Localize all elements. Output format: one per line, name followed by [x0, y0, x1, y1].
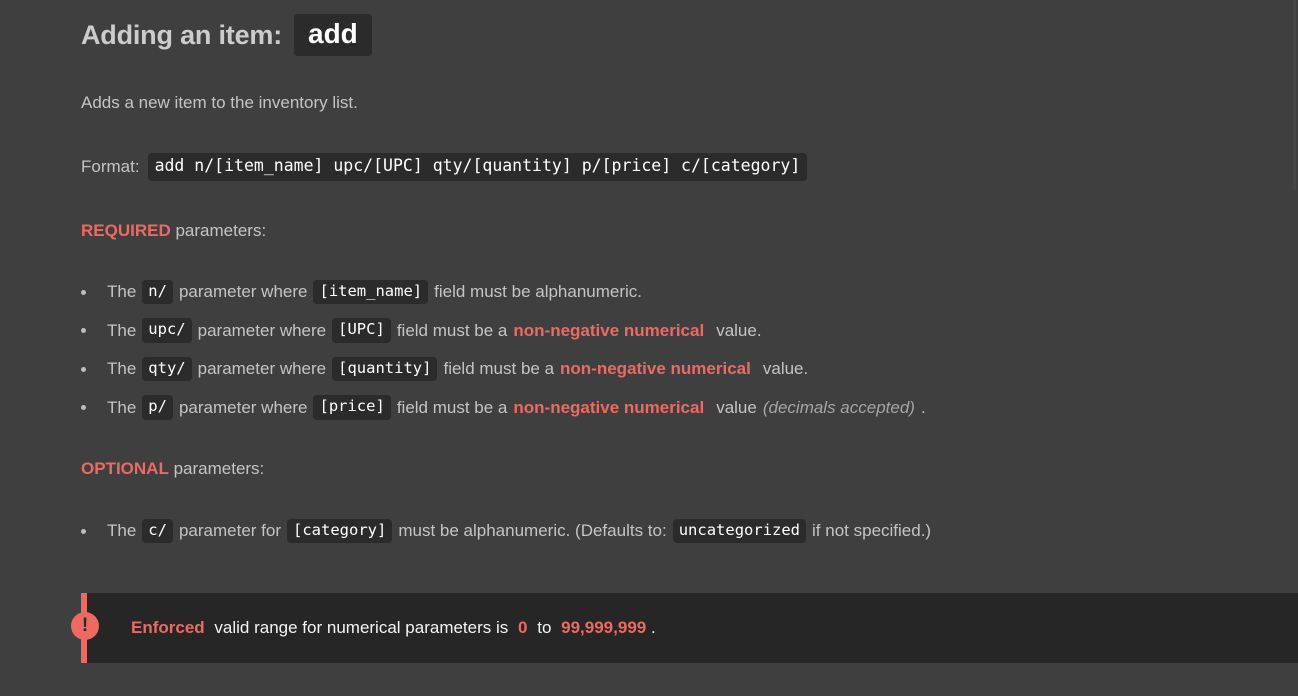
field-chip: [UPC]	[332, 318, 391, 343]
required-heading-suffix: parameters:	[175, 221, 267, 240]
item-note-period: .	[920, 397, 926, 417]
item-tail: must be alphanumeric. (Defaults to:	[398, 521, 667, 540]
item-tail: field must be a	[396, 320, 508, 340]
field-chip: [quantity]	[332, 356, 438, 382]
item-mid: parameter where	[197, 359, 327, 378]
list-item: The c/ parameter for [category] must be …	[81, 518, 937, 544]
param-chip: p/	[142, 395, 173, 420]
optional-parameter-list: The c/ parameter for [category] must be …	[81, 518, 937, 544]
warning-text-before: valid range for numerical parameters is	[214, 618, 509, 637]
param-chip: qty/	[142, 356, 192, 382]
default-value-chip: uncategorized	[672, 518, 807, 544]
item-tail: field must be alphanumeric.	[434, 282, 643, 301]
page-title: Adding an item: add	[81, 14, 372, 56]
item-tail: field must be a	[396, 397, 508, 417]
item-mid: parameter where	[178, 282, 308, 301]
item-mid: parameter where	[197, 320, 327, 340]
item-tail2: value.	[716, 320, 762, 340]
documentation-page: Adding an item: add Adds a new item to t…	[0, 0, 1298, 696]
optional-heading-suffix: parameters:	[173, 459, 265, 478]
param-chip: n/	[142, 279, 173, 305]
field-chip: [price]	[313, 395, 391, 420]
item-lead: The	[107, 397, 137, 417]
warning-callout-text: Enforced valid range for numerical param…	[131, 618, 656, 638]
warning-max-value: 99,999,999	[561, 618, 647, 637]
warning-min-value: 0	[518, 618, 528, 637]
bullet-dot-icon	[81, 366, 86, 372]
optional-keyword: OPTIONAL	[81, 459, 169, 478]
bullet-dot-icon	[81, 328, 86, 333]
item-lead: The	[107, 320, 137, 340]
warning-conjunction: to	[537, 618, 552, 637]
item-emphasis: non-negative numerical	[513, 397, 705, 417]
field-chip: [category]	[287, 518, 393, 544]
bullet-dot-icon	[81, 405, 86, 410]
required-section-heading: REQUIRED parameters:	[81, 221, 266, 241]
required-parameter-list: The n/ parameter where [item_name] field…	[81, 279, 932, 421]
list-item: The upc/ parameter where [UPC] field mus…	[81, 318, 932, 344]
format-row: Format: add n/[item_name] upc/[UPC] qty/…	[81, 153, 808, 181]
param-chip: c/	[142, 518, 173, 544]
warning-callout: Enforced valid range for numerical param…	[81, 593, 1298, 663]
param-chip: upc/	[142, 318, 192, 343]
item-tail2: value	[716, 397, 757, 417]
item-lead: The	[107, 359, 137, 378]
intro-paragraph: Adds a new item to the inventory list.	[81, 93, 358, 112]
bullet-dot-icon	[81, 289, 86, 295]
item-lead: The	[107, 521, 137, 540]
bullet-dot-icon	[81, 528, 86, 534]
item-emphasis: non-negative numerical	[513, 320, 705, 340]
list-item: The p/ parameter where [price] field mus…	[81, 395, 932, 421]
warning-keyword: Enforced	[131, 618, 205, 637]
exclamation-icon: !	[71, 612, 99, 640]
format-label: Format:	[81, 156, 140, 176]
required-keyword: REQUIRED	[81, 221, 171, 240]
item-tail: field must be a	[443, 359, 555, 378]
warning-period: .	[650, 618, 656, 637]
item-mid: parameter for	[178, 521, 282, 540]
item-tail2: value.	[762, 359, 809, 378]
format-code: add n/[item_name] upc/[UPC] qty/[quantit…	[147, 153, 808, 181]
page-title-text: Adding an item:	[81, 19, 282, 50]
list-item: The qty/ parameter where [quantity] fiel…	[81, 356, 932, 382]
item-note: (decimals accepted)	[762, 397, 915, 417]
optional-section-heading: OPTIONAL parameters:	[81, 459, 264, 479]
item-lead: The	[107, 282, 137, 301]
list-item: The n/ parameter where [item_name] field…	[81, 279, 932, 305]
field-chip: [item_name]	[313, 279, 429, 305]
item-mid: parameter where	[178, 397, 308, 417]
command-name-chip: add	[294, 14, 372, 56]
item-tail2: if not specified.)	[812, 521, 932, 540]
scrollbar-trace[interactable]	[1293, 0, 1296, 190]
item-emphasis: non-negative numerical	[560, 359, 751, 378]
